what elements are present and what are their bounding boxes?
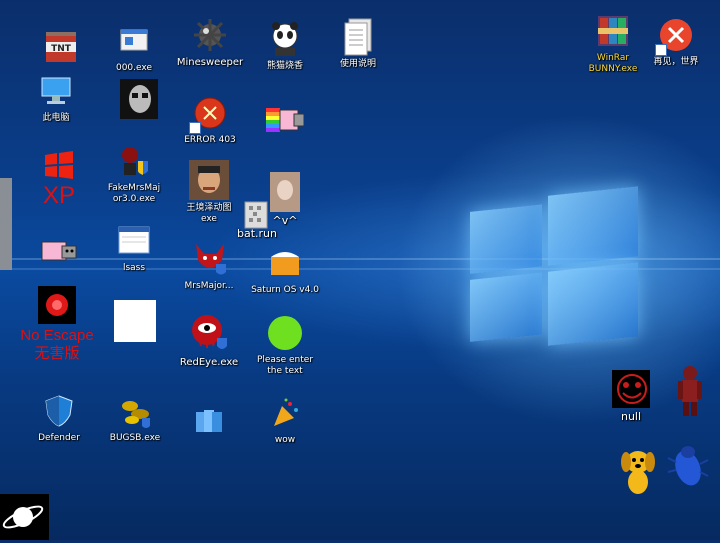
thispc-icon-desktop[interactable]: 此电脑: [13, 72, 99, 124]
document-icon: [339, 18, 377, 56]
checker-file-icon: [238, 196, 276, 234]
window-app-icon: [115, 222, 153, 260]
nyancat-left-icon-desktop[interactable]: [16, 232, 102, 273]
saturn-os-label: Saturn OS v4.0: [251, 285, 319, 295]
planet-icon-desktop[interactable]: [0, 494, 66, 543]
fakemrsmajor-label: FakeMrsMaj or3.0.exe: [107, 183, 161, 204]
panda-label: 熊猫烧香: [266, 61, 303, 71]
defender-icon-desktop[interactable]: Defender: [16, 392, 102, 444]
minesweeper-label: Minesweeper: [176, 57, 244, 68]
bugs-swarm-icon: [116, 392, 154, 430]
red-figure-icon-desktop[interactable]: [647, 366, 720, 417]
panda-incense-icon: [266, 20, 304, 58]
defender-label: Defender: [38, 433, 80, 443]
saturn-box-icon: [266, 244, 304, 282]
winrar-books-icon: [594, 12, 632, 50]
red-eye-icon: [187, 310, 231, 354]
window-icon: [115, 22, 153, 60]
null-label: null: [620, 410, 642, 423]
docs-icon-desktop[interactable]: 使用说明: [315, 18, 401, 70]
redeye-icon-desktop[interactable]: RedEye.exe: [166, 310, 252, 368]
error403-label: ERROR 403: [184, 135, 236, 145]
red-monster-icon: [671, 366, 709, 416]
error403-icon-desktop[interactable]: ERROR 403: [167, 94, 253, 146]
docs-label: 使用说明: [339, 59, 376, 69]
edge-panel: [0, 178, 12, 270]
redeye-label: RedEye.exe: [179, 357, 239, 368]
folder-icon-desktop[interactable]: [166, 402, 252, 443]
bugsb-label: BUGSB.exe: [109, 433, 161, 443]
shield-icon: [40, 392, 78, 430]
green-circle-icon: [266, 314, 304, 352]
skull-mask-icon: [120, 79, 158, 119]
party-popper-icon: [266, 394, 304, 432]
batrun-icon-desktop[interactable]: bat.run: [214, 196, 300, 239]
red-smile-face-icon: [612, 370, 650, 408]
computer-icon: [37, 72, 75, 110]
red-error-orb-icon: [189, 94, 229, 134]
noescape-label: No Escape 无害版: [20, 327, 94, 362]
devil-shield-icon: [115, 142, 153, 180]
wow-icon-desktop[interactable]: wow: [242, 394, 328, 446]
red-x-circle-icon: [655, 16, 695, 56]
exe000-icon-desktop[interactable]: 000.exe: [91, 22, 177, 74]
fakemrsmajor-icon-desktop[interactable]: FakeMrsMaj or3.0.exe: [91, 142, 177, 205]
windows-xp-flag-icon: [40, 146, 78, 184]
xp-label: XP: [42, 182, 75, 209]
lsass-icon-desktop[interactable]: lsass: [91, 222, 177, 274]
nyancat-mid-icon-desktop[interactable]: [242, 100, 328, 141]
nyan-cat-icon: [40, 232, 78, 270]
zaijian-icon-desktop[interactable]: 再见，世界: [633, 16, 719, 68]
green-circle-label: Please enter the text: [256, 355, 314, 376]
thispc-label: 此电脑: [42, 113, 70, 123]
saturn-planet-icon: [0, 494, 49, 540]
stacked-windows-icon: [190, 402, 228, 440]
saturn-os-icon-desktop[interactable]: Saturn OS v4.0: [242, 244, 328, 296]
xp-icon-desktop[interactable]: XP: [16, 146, 102, 208]
blue-beetle-icon: [666, 440, 710, 492]
mrsmajor-icon-desktop[interactable]: MrsMajor...: [166, 240, 252, 292]
rainbow-nyan-icon: [266, 100, 304, 138]
red-orb-icon: [38, 286, 76, 324]
green-circle-icon-desktop[interactable]: Please enter the text: [242, 314, 328, 377]
mine-icon: [191, 16, 229, 54]
svg-text:TNT: TNT: [51, 44, 72, 54]
blue-bug-icon-desktop[interactable]: [645, 440, 720, 495]
exe000-label: 000.exe: [115, 63, 152, 73]
windows-logo-wallpaper: [470, 166, 640, 364]
minesweeper-icon-desktop[interactable]: Minesweeper: [167, 16, 253, 68]
blank-image-icon: [114, 300, 156, 342]
lsass-label: lsass: [122, 263, 146, 273]
face-photo-icon: [189, 160, 229, 200]
red-devil-icon: [190, 240, 228, 278]
winrar-bunny-label: WinRar BUNNY.exe: [588, 53, 638, 74]
tnt-block-icon: TNT: [42, 28, 80, 66]
mrsmajor-label: MrsMajor...: [184, 281, 234, 291]
zaijian-label: 再见，世界: [653, 57, 699, 67]
noescape-icon-desktop[interactable]: No Escape 无害版: [14, 286, 100, 363]
wow-label: wow: [274, 435, 296, 445]
